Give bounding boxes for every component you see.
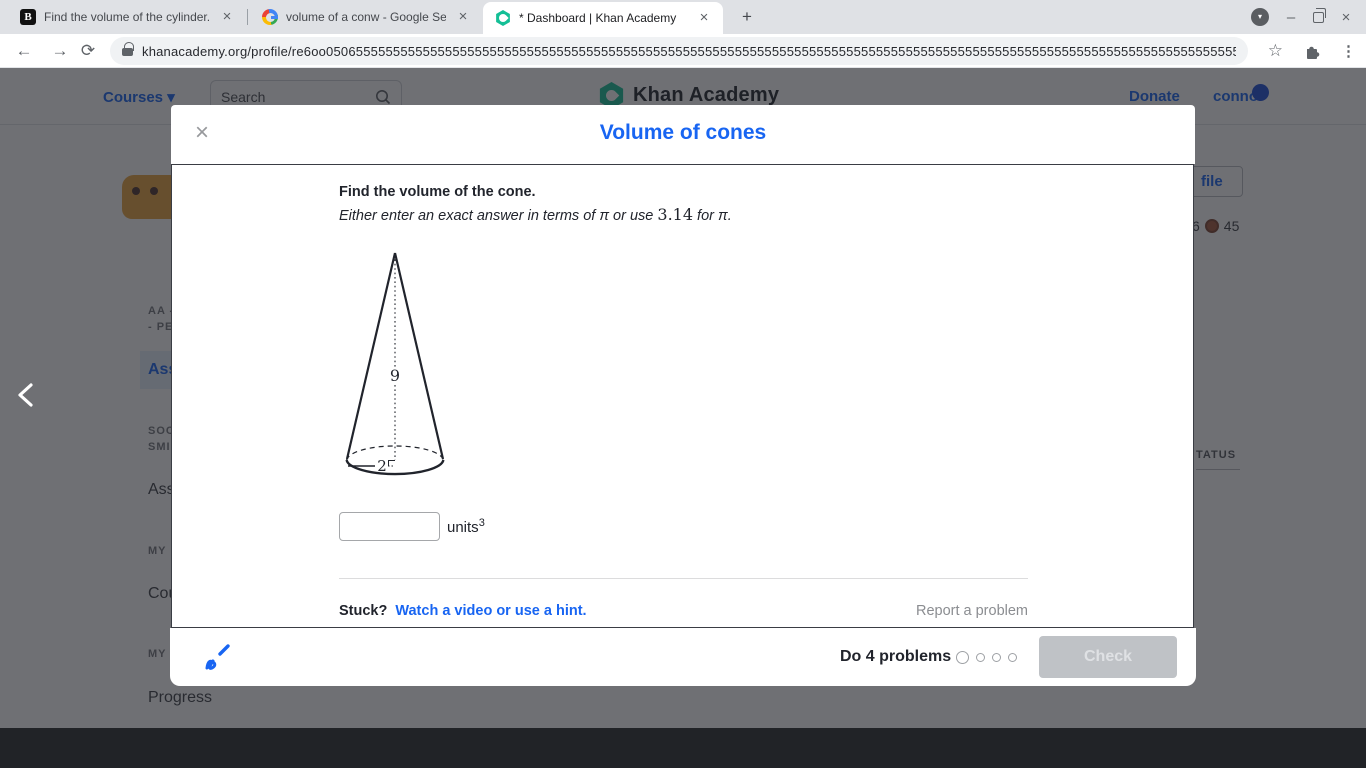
answer-input[interactable] bbox=[339, 512, 440, 541]
tab-strip: B Find the volume of the cylinder. × vol… bbox=[0, 0, 1366, 34]
minimize-button[interactable]: – bbox=[1283, 9, 1299, 26]
new-tab-button[interactable]: + bbox=[735, 5, 759, 29]
progress-dots bbox=[956, 628, 1017, 686]
progress-dot bbox=[976, 652, 985, 662]
tab-divider bbox=[247, 9, 248, 25]
back-icon[interactable]: ← bbox=[10, 37, 38, 65]
site-b-favicon-icon: B bbox=[20, 9, 36, 25]
address-bar[interactable]: khanacademy.org/profile/re6oo05065555555… bbox=[110, 37, 1248, 65]
tab-title: * Dashboard | Khan Academy bbox=[519, 11, 677, 25]
progress-dot bbox=[992, 652, 1001, 662]
exercise-modal: × Volume of cones Find the volume of the… bbox=[170, 105, 1196, 686]
progress-label: Do 4 problems bbox=[840, 648, 952, 665]
screen: B Find the volume of the cylinder. × vol… bbox=[0, 0, 1366, 768]
modal-footer: Do 4 problems Check bbox=[170, 628, 1196, 686]
chromeos-shelf: 3 12:10 bbox=[0, 728, 1366, 768]
url-text[interactable]: khanacademy.org/profile/re6oo05065555555… bbox=[142, 44, 1236, 59]
close-tab-icon[interactable]: × bbox=[695, 9, 713, 27]
tab-cylinder[interactable]: B Find the volume of the cylinder. × bbox=[8, 0, 244, 34]
check-button[interactable]: Check bbox=[1039, 636, 1177, 678]
tab-title: volume of a conw - Google Sear bbox=[286, 10, 446, 24]
tab-khan-dashboard[interactable]: * Dashboard | Khan Academy × bbox=[483, 2, 723, 34]
modal-title: Volume of cones bbox=[599, 121, 767, 144]
forward-icon[interactable]: → bbox=[46, 37, 74, 65]
bookmark-star-icon[interactable]: ☆ bbox=[1268, 41, 1283, 61]
browser-toolbar: ← → ⟳ khanacademy.org/profile/re6oo05065… bbox=[0, 34, 1366, 68]
restore-window-button[interactable] bbox=[1313, 8, 1326, 23]
instruction-text: Either enter an exact answer in terms of… bbox=[339, 205, 732, 224]
tab-title: Find the volume of the cylinder. bbox=[44, 10, 210, 24]
pi-value: 3.14 bbox=[657, 205, 694, 224]
extensions-icon[interactable] bbox=[1303, 42, 1321, 60]
reload-icon[interactable]: ⟳ bbox=[74, 37, 102, 65]
units-label: units3 bbox=[447, 517, 485, 536]
modal-header: × Volume of cones bbox=[171, 105, 1195, 164]
chrome-menu-icon[interactable]: ⋮ bbox=[1341, 42, 1356, 60]
close-tab-icon[interactable]: × bbox=[454, 8, 472, 26]
height-label: 9 bbox=[390, 366, 400, 385]
close-window-button[interactable]: × bbox=[1338, 9, 1354, 26]
scratchpad-pen-icon[interactable] bbox=[202, 641, 232, 671]
google-favicon-icon bbox=[262, 9, 278, 25]
question-text: Find the volume of the cone. bbox=[339, 184, 536, 200]
window-controls: ▾ – × bbox=[1251, 0, 1366, 34]
report-problem-link[interactable]: Report a problem bbox=[916, 603, 1028, 619]
exercise-card: Find the volume of the cone. Either ente… bbox=[171, 164, 1194, 628]
progress-dot bbox=[1008, 652, 1017, 662]
progress-dot-current bbox=[956, 650, 969, 664]
lock-icon bbox=[122, 42, 134, 56]
hint-link[interactable]: Watch a video or use a hint. bbox=[395, 603, 586, 619]
cone-figure: 9 2 bbox=[345, 252, 445, 476]
close-tab-icon[interactable]: × bbox=[218, 8, 236, 26]
khan-academy-favicon-icon bbox=[496, 10, 510, 26]
divider bbox=[339, 578, 1028, 579]
radius-label: 2 bbox=[377, 457, 387, 475]
tab-google-search[interactable]: volume of a conw - Google Sear × bbox=[250, 0, 480, 34]
stuck-text: Stuck? Watch a video or use a hint. bbox=[339, 603, 587, 619]
tab-search-icon[interactable]: ▾ bbox=[1251, 8, 1269, 26]
previous-chevron-icon[interactable] bbox=[12, 380, 40, 410]
